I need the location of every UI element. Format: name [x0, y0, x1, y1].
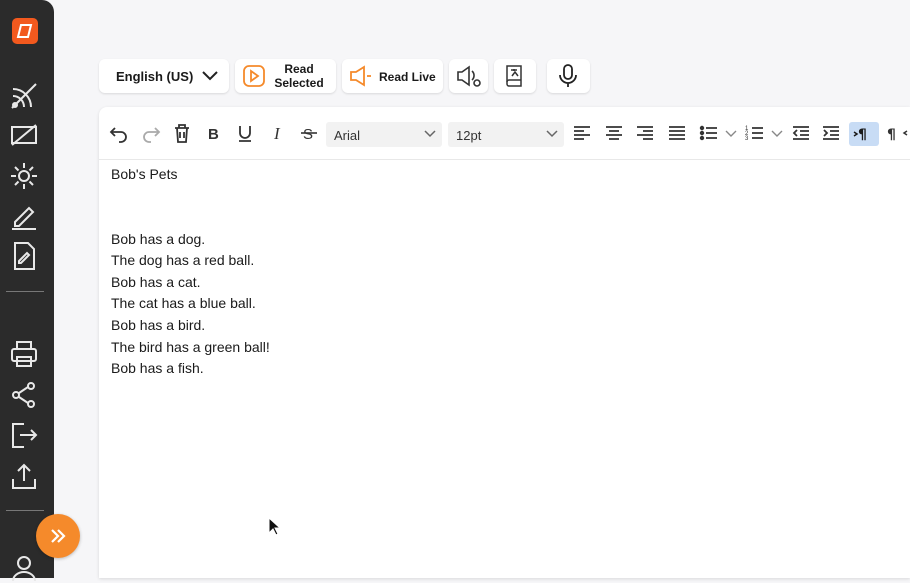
svg-text:S: S [303, 126, 313, 143]
italic-icon[interactable]: I [267, 122, 289, 144]
svg-text:B: B [208, 126, 219, 143]
document-line: Bob has a cat. [111, 273, 201, 290]
microphone-icon [559, 64, 577, 87]
font-family-value: Arial [334, 128, 361, 143]
svg-text:I: I [273, 124, 281, 143]
align-right-icon[interactable] [634, 122, 656, 144]
microphone-button[interactable] [547, 59, 590, 93]
text-editor[interactable]: B I S Arial 12pt 1 2 3 ¶ ¶ Bob's Pets Bo… [99, 107, 910, 578]
speaker-icon [350, 65, 371, 87]
redo-icon[interactable] [140, 122, 162, 144]
read-live-label: Read Live [379, 70, 436, 84]
bold-icon[interactable]: B [203, 122, 225, 144]
bullet-list-icon[interactable] [698, 122, 720, 144]
font-size-select[interactable]: 12pt [448, 122, 564, 147]
undo-icon[interactable] [108, 122, 130, 144]
upload-icon[interactable] [9, 461, 39, 491]
app-logo [12, 18, 38, 44]
export-icon[interactable] [9, 420, 39, 450]
document-line: The dog has a red ball. [111, 252, 255, 269]
outdent-icon[interactable] [790, 122, 812, 144]
numbered-list-icon[interactable]: 123 [744, 122, 766, 144]
screen-mask-icon[interactable] [9, 120, 39, 150]
ltr-direction-icon[interactable]: ¶ [849, 122, 879, 146]
strikethrough-icon[interactable]: S [298, 122, 320, 144]
chevron-down-icon [424, 130, 436, 138]
align-center-icon[interactable] [603, 122, 625, 144]
document-edit-icon[interactable] [9, 241, 39, 271]
editor-toolbar: B I S Arial 12pt 1 2 3 ¶ ¶ [99, 107, 910, 160]
chevron-down-icon[interactable] [770, 122, 784, 144]
sidebar-divider [6, 291, 44, 292]
speech-settings-button[interactable] [449, 59, 488, 93]
svg-text:3: 3 [745, 136, 749, 142]
print-icon[interactable] [9, 339, 39, 369]
chevron-down-icon[interactable] [724, 122, 738, 144]
language-select[interactable]: English (US) [99, 59, 229, 93]
document-line: The cat has a blue ball. [111, 295, 256, 312]
svg-text:¶: ¶ [858, 127, 867, 143]
translate-book-icon [506, 65, 522, 87]
mouse-cursor-icon [268, 517, 282, 536]
document-line: The bird has a green ball! [111, 338, 270, 355]
dictionary-button[interactable] [494, 59, 536, 93]
play-selection-icon [243, 65, 265, 87]
language-label: English (US) [116, 69, 194, 84]
align-left-icon[interactable] [571, 122, 593, 144]
rss-feed-icon[interactable] [9, 81, 39, 111]
underline-icon[interactable] [234, 122, 256, 144]
sidebar [0, 0, 54, 582]
read-live-button[interactable]: Read Live [342, 59, 443, 93]
expand-sidebar-button[interactable] [36, 514, 80, 558]
document-line: Bob has a dog. [111, 230, 206, 247]
user-profile-icon[interactable] [9, 553, 39, 583]
speaker-settings-icon [457, 65, 481, 87]
highlighter-pen-icon[interactable] [9, 201, 39, 231]
font-family-select[interactable]: Arial [326, 122, 442, 147]
svg-text:¶: ¶ [887, 127, 896, 143]
rtl-direction-icon[interactable]: ¶ [885, 122, 910, 144]
chevron-down-icon [546, 130, 558, 138]
double-chevron-right-icon [51, 529, 66, 543]
chevron-down-icon [202, 71, 218, 81]
indent-icon[interactable] [820, 122, 842, 144]
align-justify-icon[interactable] [666, 122, 688, 144]
document-line: Bob has a fish. [111, 360, 204, 377]
document-body[interactable]: Bob's Pets Bob has a dog. The dog has a … [111, 164, 270, 380]
sidebar-divider [6, 510, 44, 511]
document-line: Bob has a bird. [111, 316, 206, 333]
font-size-value: 12pt [456, 128, 482, 143]
document-title: Bob's Pets [111, 166, 178, 182]
read-selected-label: Read Selected [274, 62, 324, 90]
settings-gear-icon[interactable] [9, 161, 39, 191]
read-selected-button[interactable]: Read Selected [235, 59, 336, 93]
share-icon[interactable] [9, 380, 39, 410]
delete-trash-icon[interactable] [171, 122, 193, 144]
